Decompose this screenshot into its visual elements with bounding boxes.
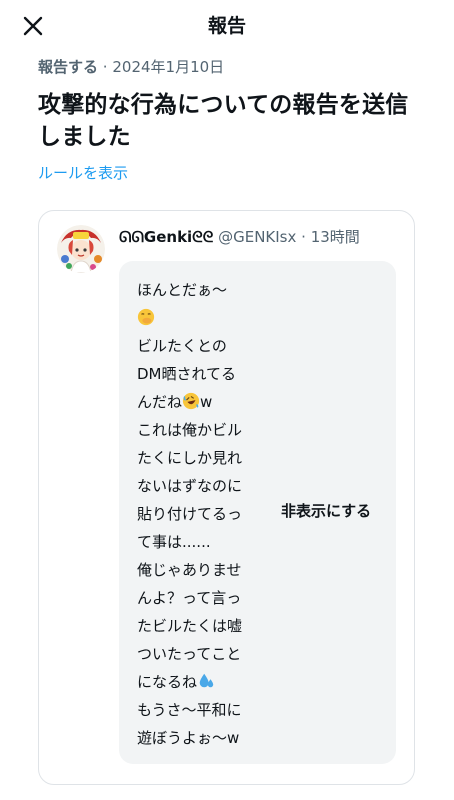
- post-text-segment: になるね: [137, 673, 198, 691]
- post-text-line: て事は......: [137, 533, 211, 551]
- header-title: 報告: [207, 15, 246, 37]
- author-handle[interactable]: @GENKIsx: [218, 228, 296, 246]
- reported-post-card: ᘏᘏGenkiᘓᘓ @GENKIsx · 13時間 ほんとだぁ〜 ビルたくとの …: [38, 210, 415, 785]
- post-text-line: たくにしか見れ: [137, 449, 243, 467]
- post-text: ほんとだぁ〜 ビルたくとの DM晒されてる んだね w これは俺かビル たくにし…: [137, 276, 259, 752]
- top-bar: 報告: [0, 0, 454, 52]
- post-text-line: たビルたくは嘘: [137, 617, 243, 635]
- post-text-line: [137, 304, 259, 332]
- post-text-line: ビルたくとの: [137, 337, 227, 355]
- author-display-name[interactable]: ᘏᘏGenkiᘓᘓ: [119, 228, 213, 246]
- report-date: 2024年1月10日: [112, 58, 225, 76]
- report-meta: 報告する · 2024年1月10日: [38, 57, 224, 77]
- post-text-line: ほんとだぁ〜: [137, 281, 228, 299]
- post-text-line: んよ？って言っ: [137, 589, 242, 607]
- avatar[interactable]: [57, 225, 105, 273]
- post-text-line: ついたってこと: [137, 645, 242, 663]
- post-text-line: これは俺かビル: [137, 421, 243, 439]
- rolling-on-floor-laughing-icon: [182, 392, 200, 410]
- post-text-line: になるね: [137, 668, 259, 696]
- report-status: 報告する: [38, 58, 99, 76]
- post-text-line: んだね w: [137, 388, 259, 416]
- hide-post-button[interactable]: 非表示にする: [281, 501, 371, 521]
- sweat-droplets-icon: [199, 673, 214, 688]
- page-title: 攻撃的な行為についての報告を送信しました: [38, 92, 409, 150]
- post-text-line: 遊ぼうよぉ〜w: [137, 729, 240, 747]
- view-rules-link[interactable]: ルールを表示: [38, 163, 128, 183]
- post-text-line: 貼り付けてるっ: [137, 505, 243, 523]
- face-with-hand-over-mouth-icon: [137, 308, 155, 326]
- post-text-line: もうさ〜平和に: [137, 701, 242, 719]
- post-text-segment: w: [200, 393, 213, 411]
- post-time[interactable]: 13時間: [311, 228, 360, 246]
- meta-separator: ·: [102, 58, 108, 76]
- post-text-segment: んだね: [137, 393, 183, 411]
- post-text-line: 俺じゃありませ: [137, 561, 242, 579]
- hidden-content-panel: ほんとだぁ〜 ビルたくとの DM晒されてる んだね w これは俺かビル たくにし…: [119, 261, 396, 764]
- post-text-line: ないはずなのに: [137, 477, 243, 495]
- post-author-line: ᘏᘏGenkiᘓᘓ @GENKIsx · 13時間: [119, 227, 360, 247]
- post-text-line: DM晒されてる: [137, 365, 237, 383]
- author-separator: ·: [301, 228, 306, 246]
